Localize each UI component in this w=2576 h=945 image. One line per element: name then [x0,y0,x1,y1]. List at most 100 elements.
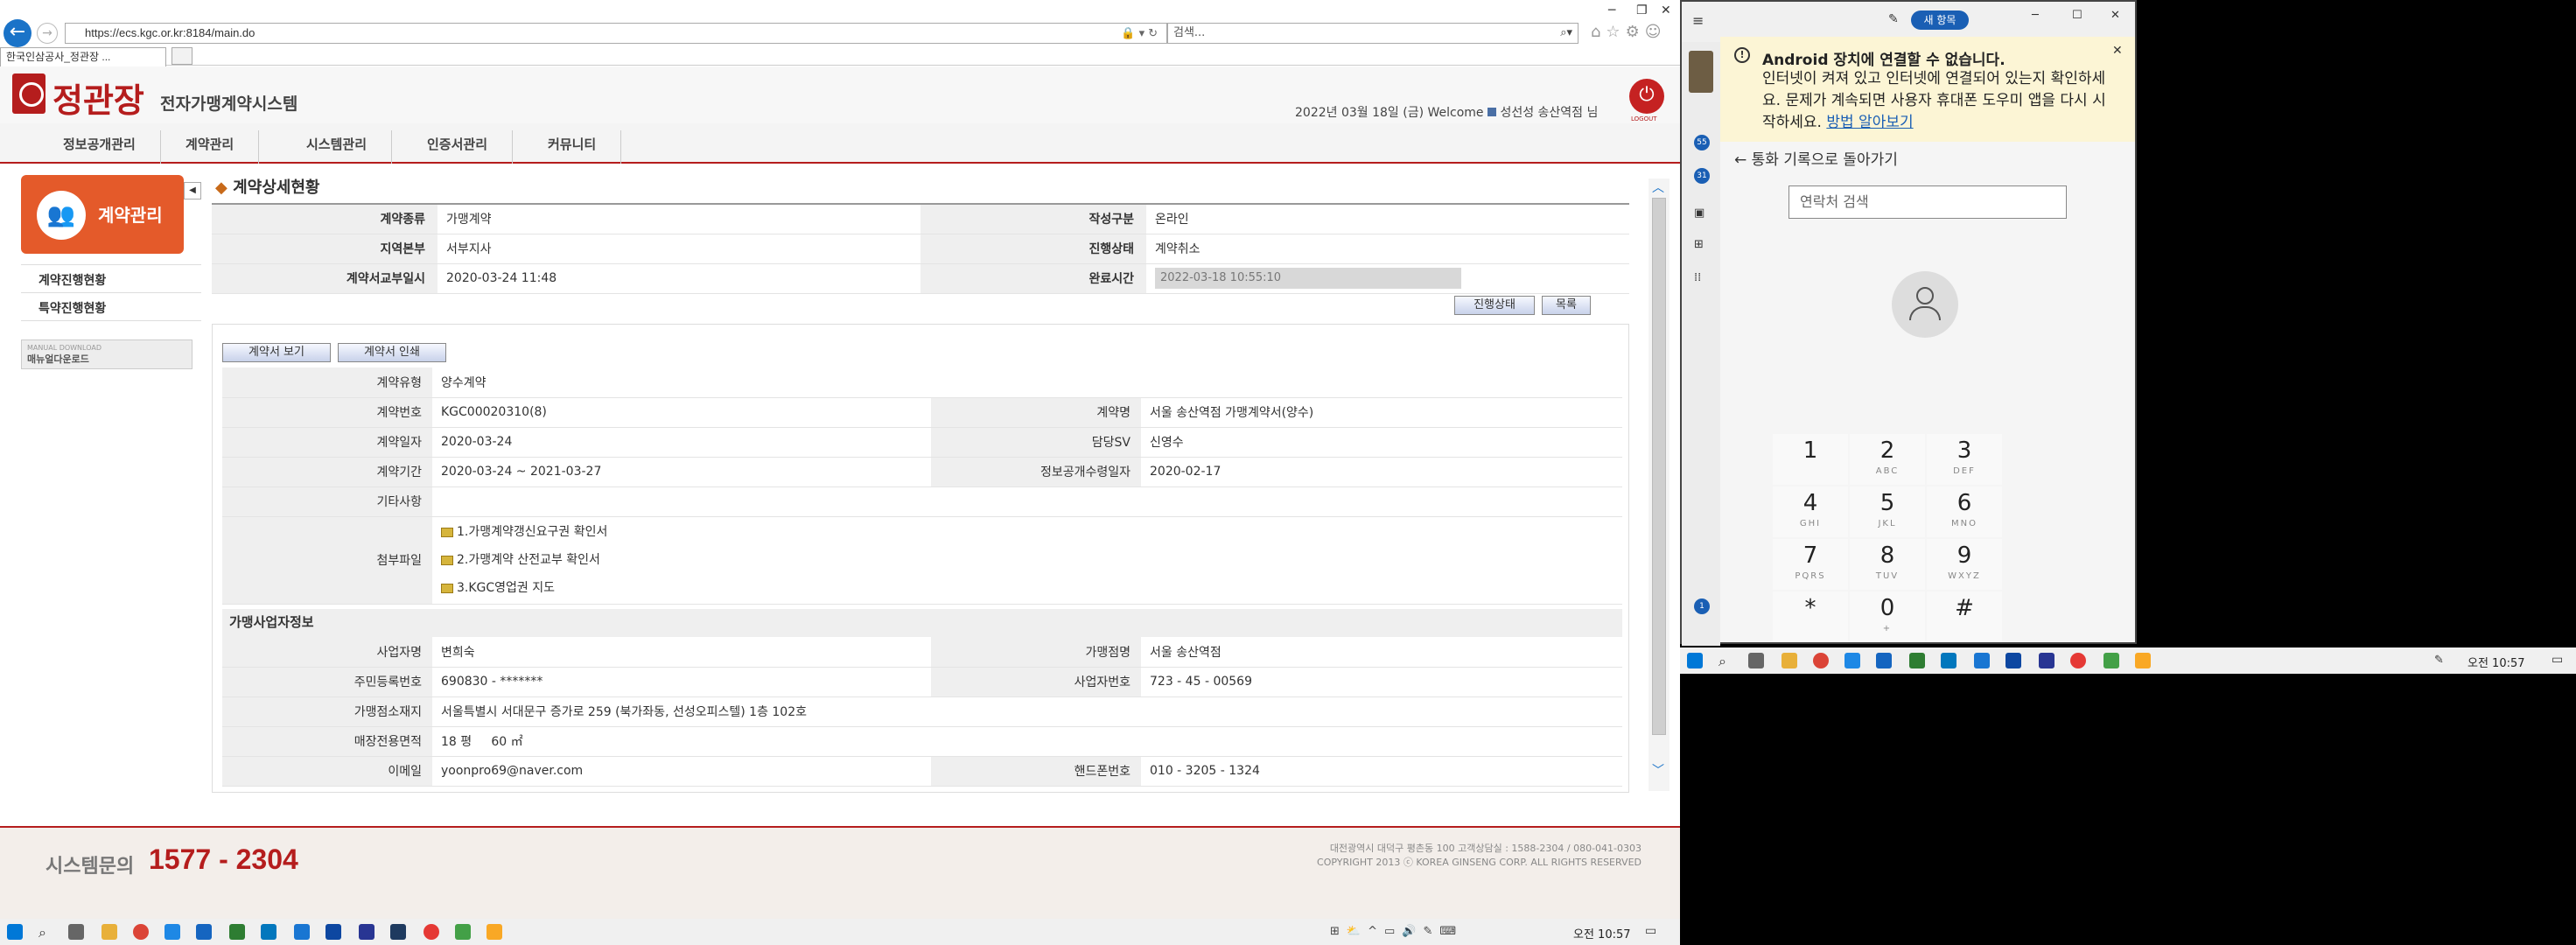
contact-search-input[interactable]: 연락처 검색 [1788,186,2067,219]
restore-icon[interactable]: ❐ [1636,4,1648,18]
menu-item-system[interactable]: 시스템관리 [282,130,393,164]
chrome-icon[interactable] [1813,653,1829,668]
menu-item-contract[interactable]: 계약관리 [161,130,260,164]
menu-item-community[interactable]: 커뮤니티 [523,130,622,164]
app-icon[interactable] [359,924,374,940]
notification-icon[interactable]: ▭ [2552,653,2563,667]
toolbar-icons[interactable]: ⌂☆⚙☺ [1591,23,1666,41]
scrollbar-thumb[interactable] [1652,198,1666,735]
ie-icon[interactable] [455,924,471,940]
welcome-text: 2022년 03월 18일 (금) Welcome 성선성 송산역점 님 [1295,106,1599,120]
app-icon[interactable] [2070,653,2086,668]
forward-button[interactable]: → [37,23,58,44]
chrome-icon[interactable] [133,924,149,940]
close-icon[interactable]: ✕ [1661,4,1671,18]
messages-badge[interactable]: 55 [1694,135,1710,150]
scroll-up-icon[interactable]: ︿ [1652,178,1664,196]
logout-button[interactable]: ⏻ [1629,79,1664,114]
close-banner-icon[interactable]: ✕ [2112,44,2123,58]
collapse-button[interactable]: ◀ [184,182,201,200]
sidebar-item-progress[interactable]: 계약진행현황 [38,271,106,289]
dial-key[interactable]: 0 + [1850,592,1925,642]
app-icon[interactable] [326,924,341,940]
app-icon[interactable] [1941,653,1956,668]
dial-key[interactable]: 3 DEF [1927,434,2002,485]
notification-icon[interactable]: ▭ [1645,924,1656,938]
logo[interactable]: 정관장 [52,74,144,122]
minimize-icon[interactable]: ─ [1608,4,1615,18]
back-to-calls-link[interactable]: ← 통화 기록으로 돌아가기 [1734,147,1898,169]
menu-item-info[interactable]: 정보공개관리 [38,130,161,164]
dial-key[interactable]: * [1773,592,1848,642]
clock[interactable]: 오전 10:57 [1573,925,1631,942]
dial-key[interactable]: 7 PQRS [1773,539,1848,590]
app-icon[interactable] [1844,653,1860,668]
new-item-button[interactable]: 새 항목 [1911,10,1969,30]
app-icon[interactable] [196,924,212,940]
app-icon[interactable] [424,924,439,940]
pen-tray-icon[interactable]: ✎ [2434,654,2444,667]
ie-icon[interactable] [2104,653,2119,668]
app-icon[interactable] [229,924,245,940]
app-icon[interactable] [1876,653,1892,668]
dial-key[interactable]: 9 WXYZ [1927,539,2002,590]
lock-refresh-icon[interactable]: 🔒▾↻ [1121,24,1161,43]
close-icon[interactable]: ✕ [2110,9,2120,22]
app-icon[interactable] [1909,653,1925,668]
phone-thumbnail[interactable] [1689,51,1713,93]
browser-tab[interactable]: 한국인삼공사_정관장 ... [0,47,166,66]
menu-icon[interactable]: ≡ [1692,12,1704,29]
view-contract-button[interactable]: 계약서 보기 [222,343,331,362]
calls-badge[interactable]: 31 [1694,168,1710,184]
app-icon[interactable] [2039,653,2054,668]
file-link[interactable]: 3.KGC영업권 지도 [441,574,1622,602]
list-button[interactable]: 목록 [1542,296,1591,315]
print-contract-button[interactable]: 계약서 인쇄 [338,343,446,362]
app-icon[interactable] [2006,653,2021,668]
app-icon[interactable] [1974,653,1990,668]
taskview-icon[interactable] [1748,653,1764,668]
app-icon[interactable] [164,924,180,940]
app-icon[interactable] [261,924,276,940]
dial-key[interactable]: # [1927,592,2002,642]
dial-key[interactable]: 2 ABC [1850,434,1925,485]
file-link[interactable]: 2.가맹계약 산전교부 확인서 [441,546,1622,574]
search-icon[interactable]: ⌕▾ [1560,24,1572,43]
sidebar-item-special[interactable]: 특약진행현황 [38,299,106,317]
progress-status-button[interactable]: 진행상태 [1454,296,1535,315]
apps-icon[interactable]: ⊞ [1694,238,1704,251]
taskview-icon[interactable] [68,924,84,940]
new-tab-button[interactable] [172,47,192,65]
dialpad-icon[interactable]: ⁞⁞ [1694,271,1701,284]
menu-item-cert[interactable]: 인증서관리 [402,130,514,164]
dial-key[interactable]: 5 JKL [1850,486,1925,537]
file-link[interactable]: 1.가맹계약갱신요구권 확인서 [441,518,1622,546]
address-bar[interactable]: https://ecs.kgc.or.kr:8184/main.do 🔒▾↻ [65,23,1167,44]
dial-key[interactable]: 6 MNO [1927,486,2002,537]
dial-key[interactable]: 4 GHI [1773,486,1848,537]
kakaotalk-icon[interactable] [486,924,502,940]
minimize-icon[interactable]: ─ [2032,9,2039,22]
maximize-icon[interactable]: ☐ [2072,9,2082,22]
start-icon[interactable] [1687,653,1703,668]
search-icon[interactable]: ⌕ [1718,653,1726,670]
photos-icon[interactable]: ▣ [1694,206,1704,220]
dial-key[interactable]: 8 TUV [1850,539,1925,590]
start-icon[interactable] [7,924,23,940]
search-icon[interactable]: ⌕ [38,924,46,942]
notifications-badge[interactable]: 1 [1694,598,1710,614]
app-icon[interactable] [294,924,310,940]
learn-more-link[interactable]: 방법 알아보기 [1826,114,1913,131]
manual-download-button[interactable]: MANUAL DOWNLOAD 매뉴얼다운로드 [21,340,192,369]
back-button[interactable]: ← [4,19,32,47]
kakaotalk-icon[interactable] [2135,653,2151,668]
clock[interactable]: 오전 10:57 [2468,654,2525,670]
folder-icon[interactable] [1782,653,1797,668]
pen-icon[interactable]: ✎ [1888,12,1899,26]
scroll-down-icon[interactable]: ﹀ [1652,761,1664,779]
dial-key[interactable]: 1 [1773,434,1848,485]
app-icon[interactable] [390,924,406,940]
folder-icon[interactable] [102,924,117,940]
search-input[interactable]: 검색... ⌕▾ [1167,23,1578,44]
tray-icons[interactable]: ⊞⛅^▭🔊✎⌨ [1330,925,1463,938]
